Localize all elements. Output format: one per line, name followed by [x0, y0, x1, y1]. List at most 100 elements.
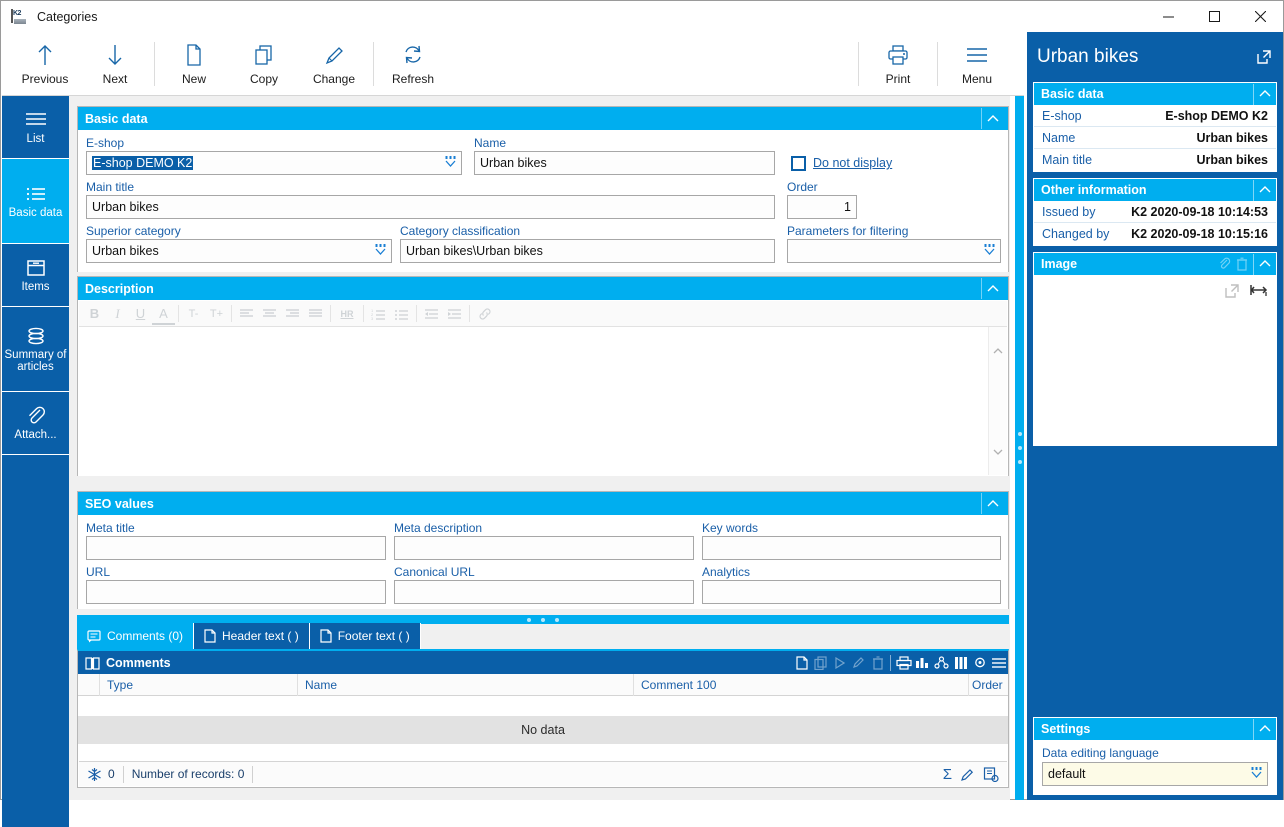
tab-header-text[interactable]: Header text ( )	[194, 623, 310, 649]
col-name[interactable]: Name	[298, 673, 634, 696]
chevron-up-icon-details-basic[interactable]	[1253, 83, 1276, 105]
new-record-icon[interactable]	[792, 652, 811, 674]
ordered-list-icon[interactable]: 123	[367, 303, 390, 325]
print-grid-icon[interactable]	[894, 652, 913, 674]
chevron-up-icon-details-other[interactable]	[1253, 179, 1276, 201]
sidebar-item-summary-of-articles[interactable]: Summary of articles	[2, 307, 69, 392]
description-textarea[interactable]	[79, 327, 989, 475]
superior-category-combo[interactable]: Urban bikes	[86, 239, 392, 263]
tab-comments[interactable]: Comments (0)	[77, 623, 195, 649]
grid-menu-icon[interactable]	[989, 652, 1008, 674]
align-justify-icon[interactable]	[304, 303, 327, 325]
maximize-button[interactable]	[1191, 1, 1237, 32]
next-button[interactable]: Next	[80, 35, 150, 93]
refresh-button[interactable]: Refresh	[378, 35, 448, 93]
parameters-for-filtering-combo[interactable]	[787, 239, 1001, 263]
chevron-up-icon-details-image[interactable]	[1253, 253, 1276, 275]
col-type[interactable]: Type	[100, 673, 298, 696]
edit-pencil-icon[interactable]	[960, 767, 975, 782]
data-editing-language-combo[interactable]: default	[1042, 762, 1268, 786]
delete-record-icon[interactable]	[868, 652, 887, 674]
order-input[interactable]: 1	[787, 195, 857, 219]
col-comment-100[interactable]: Comment 100	[634, 673, 969, 696]
main-title-input[interactable]: Urban bikes	[86, 195, 775, 219]
details-image-header[interactable]: Image	[1034, 253, 1276, 275]
analytics-input[interactable]	[702, 580, 1001, 604]
underline-icon[interactable]: U	[129, 303, 152, 325]
close-button[interactable]	[1237, 1, 1283, 32]
meta-description-input[interactable]	[394, 536, 694, 560]
details-basic-data-header[interactable]: Basic data	[1034, 83, 1276, 105]
vertical-splitter[interactable]	[1015, 96, 1024, 800]
chevron-down-icon-2[interactable]	[374, 243, 387, 259]
sidebar-item-attachments[interactable]: Attach...	[2, 392, 69, 455]
do-not-display-label[interactable]: Do not display	[813, 156, 892, 170]
menu-button[interactable]: Menu	[942, 35, 1012, 93]
sidebar-item-basic-data[interactable]: Basic data	[2, 159, 69, 244]
print-button[interactable]: Print	[863, 35, 933, 93]
attach-icon[interactable]	[1215, 253, 1233, 275]
details-settings-header[interactable]: Settings	[1034, 718, 1276, 740]
export-icon[interactable]	[983, 766, 999, 782]
snowflake-icon[interactable]	[87, 767, 102, 782]
columns-icon[interactable]	[951, 652, 970, 674]
open-external-icon-image[interactable]	[1224, 283, 1240, 299]
hyperlink-icon[interactable]	[473, 303, 496, 325]
seo-panel-header[interactable]: SEO values	[78, 492, 1008, 515]
chevron-up-icon[interactable]	[981, 108, 1004, 129]
sidebar-item-list[interactable]: List	[2, 96, 69, 159]
bold-icon[interactable]: B	[83, 303, 106, 325]
url-input[interactable]	[86, 580, 386, 604]
chevron-down-icon-3[interactable]	[983, 243, 996, 259]
meta-title-input[interactable]	[86, 536, 386, 560]
details-other-information-header[interactable]: Other information	[1034, 179, 1276, 201]
delete-icon[interactable]	[1233, 253, 1251, 275]
chart-icon[interactable]	[913, 652, 932, 674]
change-button[interactable]: Change	[299, 35, 369, 93]
chevron-up-icon-description[interactable]	[981, 278, 1004, 299]
run-icon[interactable]	[830, 652, 849, 674]
align-right-icon[interactable]	[281, 303, 304, 325]
fit-width-icon[interactable]	[1250, 283, 1268, 299]
canonical-url-input[interactable]	[394, 580, 694, 604]
previous-button[interactable]: Previous	[10, 35, 80, 93]
eshop-combo[interactable]: E-shop DEMO K2	[86, 151, 462, 175]
copy-record-icon[interactable]	[811, 652, 830, 674]
settings-gear-icon[interactable]	[970, 652, 989, 674]
chevron-up-icon-details-settings[interactable]	[1253, 718, 1276, 740]
sum-sigma-icon[interactable]: Σ	[943, 767, 952, 782]
decrease-font-size-icon[interactable]: T-	[182, 303, 205, 325]
description-panel-header[interactable]: Description	[78, 277, 1008, 300]
horizontal-rule-icon[interactable]: HR	[334, 303, 360, 325]
chevron-down-icon[interactable]	[444, 155, 457, 171]
increase-font-size-icon[interactable]: T+	[205, 303, 228, 325]
indent-icon[interactable]	[443, 303, 466, 325]
name-input[interactable]: Urban bikes	[474, 151, 775, 175]
tab-footer-text[interactable]: Footer text ( )	[309, 623, 421, 649]
category-classification-input[interactable]: Urban bikes\Urban bikes	[400, 239, 775, 263]
align-center-icon[interactable]	[258, 303, 281, 325]
italic-icon[interactable]: I	[106, 303, 129, 325]
open-external-icon[interactable]	[1255, 48, 1273, 66]
details-image-preview[interactable]	[1034, 275, 1276, 445]
col-select[interactable]	[78, 673, 100, 696]
chevron-down-icon-language[interactable]	[1250, 766, 1263, 780]
description-scrollbar[interactable]	[988, 327, 1007, 475]
align-left-icon[interactable]	[235, 303, 258, 325]
new-button[interactable]: New	[159, 35, 229, 93]
do-not-display-checkbox[interactable]	[791, 156, 806, 171]
chevron-up-icon-seo[interactable]	[981, 493, 1004, 514]
minimize-button[interactable]	[1145, 1, 1191, 32]
unordered-list-icon[interactable]	[390, 303, 413, 325]
copy-button[interactable]: Copy	[229, 35, 299, 93]
basic-data-panel-header[interactable]: Basic data	[78, 107, 1008, 130]
col-order[interactable]: Order	[969, 674, 1006, 696]
scroll-up-arrow-icon[interactable]	[989, 343, 1007, 359]
sidebar-item-items[interactable]: Items	[2, 244, 69, 307]
scroll-down-arrow-icon[interactable]	[989, 443, 1007, 459]
outdent-icon[interactable]	[420, 303, 443, 325]
font-color-icon[interactable]: A	[152, 305, 175, 325]
edit-record-icon[interactable]	[849, 652, 868, 674]
key-words-input[interactable]	[702, 536, 1001, 560]
tree-view-icon[interactable]	[932, 652, 951, 674]
